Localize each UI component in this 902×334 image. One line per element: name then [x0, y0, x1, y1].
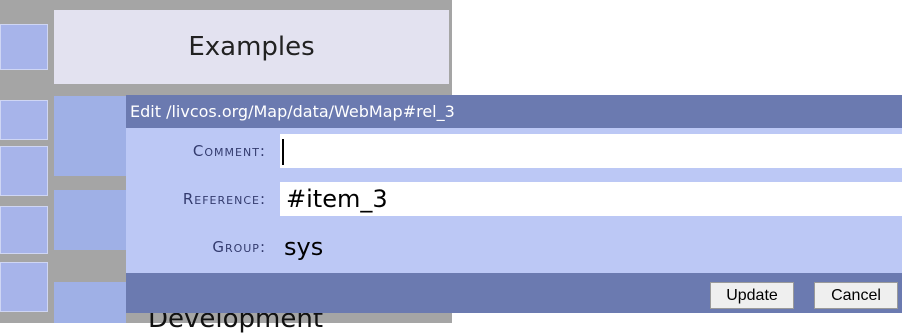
group-value: sys [284, 233, 324, 261]
edit-dialog: Edit /livcos.org/Map/data/WebMap#rel_3 C… [126, 95, 902, 313]
group-row: Group: sys [126, 224, 902, 270]
background-block [54, 96, 126, 176]
update-button[interactable]: Update [710, 282, 794, 309]
reference-input[interactable]: #item_3 [280, 182, 902, 216]
examples-tab-label: Examples [188, 32, 315, 62]
dialog-footer: Update Cancel [126, 273, 902, 313]
background-block [54, 282, 126, 323]
cancel-button[interactable]: Cancel [814, 282, 898, 309]
dialog-form: Comment: Reference: #item_3 Group: sys [126, 128, 902, 273]
dialog-title: Edit /livcos.org/Map/data/WebMap#rel_3 [126, 95, 902, 128]
background-block [54, 190, 126, 250]
comment-input[interactable] [280, 134, 902, 168]
group-label: Group: [212, 238, 266, 256]
background-tile [0, 100, 48, 140]
background-tile [0, 24, 48, 70]
background-tile [0, 262, 48, 312]
background-tile [0, 146, 48, 196]
background-tile [0, 206, 48, 254]
comment-label: Comment: [192, 142, 266, 160]
comment-row: Comment: [126, 128, 902, 174]
reference-label: Reference: [182, 190, 266, 208]
examples-tab[interactable]: Examples [54, 10, 449, 84]
text-caret [282, 139, 284, 165]
reference-row: Reference: #item_3 [126, 176, 902, 222]
